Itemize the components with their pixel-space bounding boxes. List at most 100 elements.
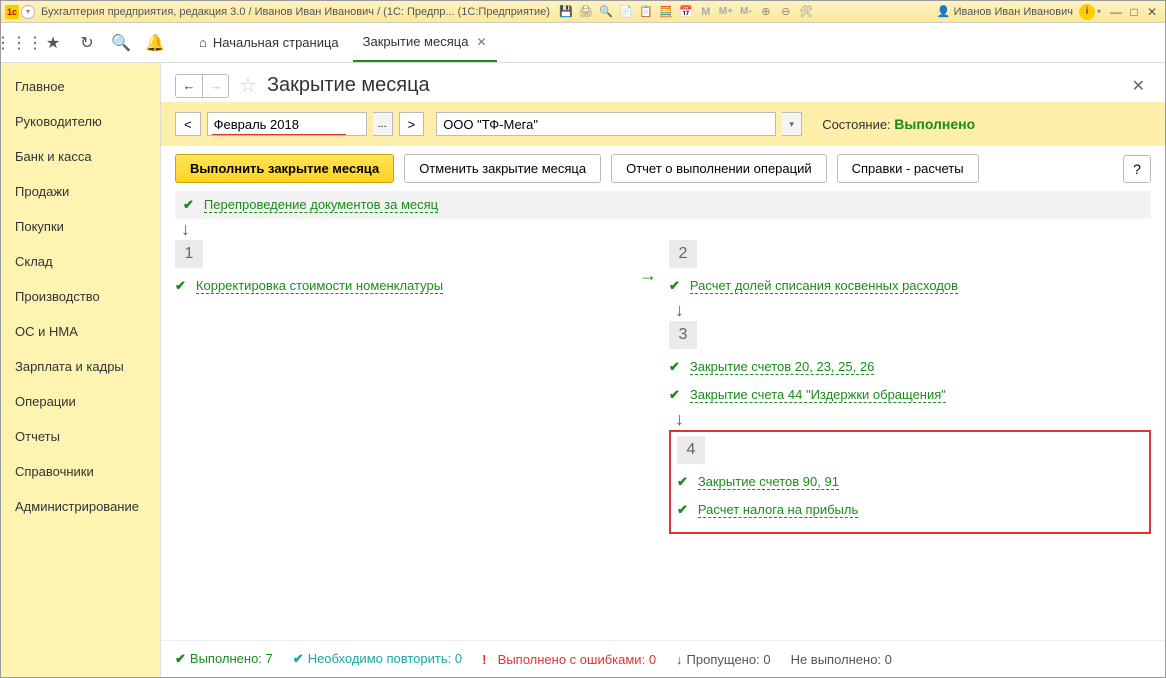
- check-icon: ✔: [183, 197, 194, 213]
- bell-icon[interactable]: 🔔: [145, 33, 165, 53]
- favorite-star-icon[interactable]: ☆: [239, 73, 257, 98]
- page-close-button[interactable]: ✕: [1132, 76, 1151, 96]
- calendar-icon[interactable]: 📅: [678, 4, 694, 20]
- organization-value: ООО "ТФ-Мега": [443, 117, 538, 132]
- check-icon: ✔: [669, 359, 680, 375]
- tab-home-label: Начальная страница: [213, 35, 339, 50]
- stage-4-badge: 4: [677, 436, 705, 464]
- params-bar: < Февраль 2018 ... > ООО "ТФ-Мега" ▾ Сос…: [161, 102, 1165, 146]
- op-cost-correction[interactable]: Корректировка стоимости номенклатуры: [196, 278, 443, 294]
- period-value: Февраль 2018: [214, 117, 299, 132]
- sidebar-item-reports[interactable]: Отчеты: [1, 419, 160, 454]
- stage-4-highlight: 4 ✔ Закрытие счетов 90, 91 ✔ Расчет нало…: [669, 430, 1151, 534]
- sidebar-item-purchases[interactable]: Покупки: [1, 209, 160, 244]
- report-button[interactable]: Отчет о выполнении операций: [611, 154, 827, 183]
- app-logo-icon: 1c: [5, 5, 19, 19]
- state-label: Состояние: Выполнено: [822, 116, 975, 132]
- home-icon: ⌂: [199, 35, 207, 50]
- sidebar-item-references[interactable]: Справочники: [1, 454, 160, 489]
- arrow-right-icon: →: [639, 265, 657, 286]
- favorite-icon[interactable]: ★: [43, 33, 63, 53]
- zoom-in-icon[interactable]: ⊕: [758, 4, 774, 20]
- op-profit-tax[interactable]: Расчет налога на прибыль: [698, 502, 858, 518]
- organization-field[interactable]: ООО "ТФ-Мега": [436, 112, 776, 136]
- nav-back-button[interactable]: ←: [176, 75, 202, 97]
- tool-icon[interactable]: 🛠: [798, 4, 814, 20]
- m-icon[interactable]: M: [698, 4, 714, 20]
- sidebar-item-sales[interactable]: Продажи: [1, 174, 160, 209]
- op-indirect-costs[interactable]: Расчет долей списания косвенных расходов: [690, 278, 958, 294]
- sidebar-item-main[interactable]: Главное: [1, 69, 160, 104]
- m-plus-icon[interactable]: M+: [718, 4, 734, 20]
- clipboard-icon[interactable]: 📋: [638, 4, 654, 20]
- sidebar-item-payroll[interactable]: Зарплата и кадры: [1, 349, 160, 384]
- page-title: Закрытие месяца: [267, 74, 430, 97]
- calc-icon[interactable]: 🧮: [658, 4, 674, 20]
- search-icon[interactable]: 🔍: [111, 33, 131, 53]
- period-picker-button[interactable]: ...: [373, 112, 393, 136]
- sidebar-item-admin[interactable]: Администрирование: [1, 489, 160, 524]
- nav-buttons: ← →: [175, 74, 229, 98]
- maximize-button[interactable]: □: [1125, 4, 1143, 20]
- sidebar-item-operations[interactable]: Операции: [1, 384, 160, 419]
- organization-dropdown-icon[interactable]: ▾: [782, 112, 802, 136]
- check-icon: ✔: [677, 502, 688, 518]
- m-minus-icon[interactable]: M-: [738, 4, 754, 20]
- sidebar-item-bank[interactable]: Банк и касса: [1, 139, 160, 174]
- status-notdone: Не выполнено: 0: [791, 652, 892, 667]
- current-user[interactable]: 👤 Иванов Иван Иванович: [937, 5, 1073, 18]
- stage-3-badge: 3: [669, 321, 697, 349]
- status-bar: ✔Выполнено: 7 ✔Необходимо повторить: 0 !…: [161, 640, 1165, 677]
- action-buttons-row: Выполнить закрытие месяца Отменить закры…: [161, 146, 1165, 191]
- save-icon[interactable]: 💾: [558, 4, 574, 20]
- history-icon[interactable]: ↻: [77, 33, 97, 53]
- status-done: ✔Выполнено: 7: [175, 651, 273, 667]
- tab-month-closing[interactable]: Закрытие месяца ✕: [353, 23, 497, 62]
- info-icon[interactable]: i: [1079, 4, 1095, 20]
- op-reprovision[interactable]: Перепроведение документов за месяц: [204, 197, 438, 213]
- stage-1-badge: 1: [175, 240, 203, 268]
- sidebar-item-production[interactable]: Производство: [1, 279, 160, 314]
- titlebar-tool-icons: 💾 🖨 🔍 📄 📋 🧮 📅 M M+ M- ⊕ ⊖ 🛠: [558, 4, 814, 20]
- tab-home[interactable]: ⌂ Начальная страница: [189, 23, 349, 62]
- apps-icon[interactable]: ⋮⋮⋮: [9, 33, 29, 53]
- preview-icon[interactable]: 🔍: [598, 4, 614, 20]
- right-column: 2 ✔ Расчет долей списания косвенных расх…: [669, 240, 1151, 534]
- status-repeat: ✔Необходимо повторить: 0: [293, 651, 462, 667]
- content-area: ← → ☆ Закрытие месяца ✕ < Февраль 2018 .…: [161, 63, 1165, 677]
- references-button[interactable]: Справки - расчеты: [837, 154, 979, 183]
- check-icon: ✔: [677, 474, 688, 490]
- minimize-button[interactable]: —: [1107, 4, 1125, 20]
- zoom-out-icon[interactable]: ⊖: [778, 4, 794, 20]
- op-close-44[interactable]: Закрытие счета 44 "Издержки обращения": [690, 387, 946, 403]
- info-dropdown-icon[interactable]: ▾: [1097, 7, 1101, 16]
- window-titlebar: 1c ▾ Бухгалтерия предприятия, редакция 3…: [1, 1, 1165, 23]
- stage-2-badge: 2: [669, 240, 697, 268]
- tab-close-icon[interactable]: ✕: [476, 35, 486, 49]
- cancel-closing-button[interactable]: Отменить закрытие месяца: [404, 154, 601, 183]
- op-close-2023-25-26[interactable]: Закрытие счетов 20, 23, 25, 26: [690, 359, 874, 375]
- period-next-button[interactable]: >: [399, 112, 425, 136]
- period-prev-button[interactable]: <: [175, 112, 201, 136]
- operations-area: ✔ Перепроведение документов за месяц ↓ 1…: [161, 191, 1165, 640]
- user-name: Иванов Иван Иванович: [954, 6, 1073, 18]
- arrow-down-icon: ↓: [181, 219, 1151, 240]
- close-window-button[interactable]: ✕: [1143, 4, 1161, 20]
- sidebar-item-warehouse[interactable]: Склад: [1, 244, 160, 279]
- status-errors: ! Выполнено с ошибками: 0: [482, 652, 656, 667]
- print-icon[interactable]: 🖨: [578, 4, 594, 20]
- main-toolbar: ⋮⋮⋮ ★ ↻ 🔍 🔔 ⌂ Начальная страница Закрыти…: [1, 23, 1165, 63]
- arrow-down-icon: ↓: [675, 409, 1151, 430]
- sidebar-item-manager[interactable]: Руководителю: [1, 104, 160, 139]
- sidebar-item-assets[interactable]: ОС и НМА: [1, 314, 160, 349]
- run-closing-button[interactable]: Выполнить закрытие месяца: [175, 154, 394, 183]
- state-value: Выполнено: [894, 116, 975, 132]
- nav-forward-button[interactable]: →: [202, 75, 228, 97]
- period-field[interactable]: Февраль 2018: [207, 112, 367, 136]
- op-close-90-91[interactable]: Закрытие счетов 90, 91: [698, 474, 839, 490]
- app-menu-dropdown[interactable]: ▾: [21, 5, 35, 19]
- doc-icon[interactable]: 📄: [618, 4, 634, 20]
- arrow-down-icon: ↓: [675, 300, 1151, 321]
- user-icon: 👤: [937, 5, 951, 18]
- help-button[interactable]: ?: [1123, 155, 1151, 183]
